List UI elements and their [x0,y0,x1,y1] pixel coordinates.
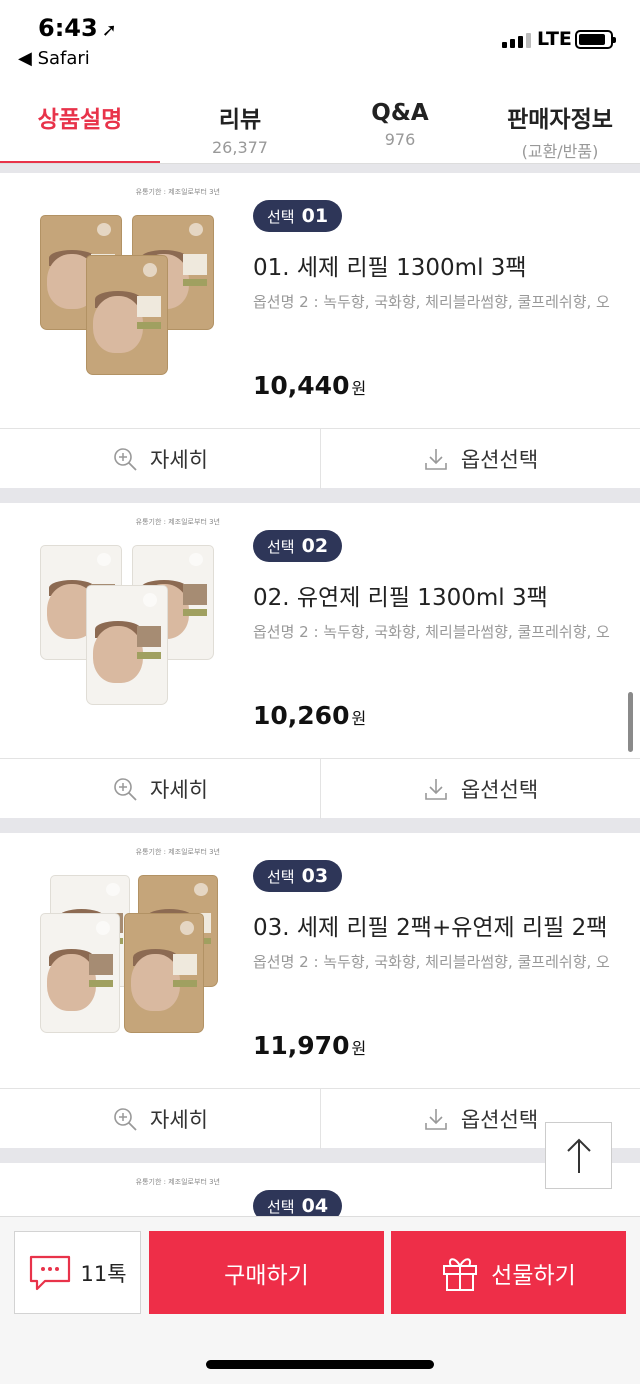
product-options-text: 옵션명 2 : 녹두향, 국화향, 체리블라썸향, 쿨프레쉬향, 오 [253,953,610,971]
product-image[interactable]: 유통기한 : 제조일로부터 3년 [40,848,220,1045]
tab-label: Q&A [371,100,429,126]
product-option-card: 유통기한 : 제조일로부터 3년 선택 03 03. 세제 리필 2팩+유연제 … [0,833,640,1149]
option-badge: 선택 03 [253,860,343,892]
detail-button[interactable]: 자세히 [0,759,320,819]
talk-count: 11톡 [80,1261,127,1286]
arrow-up-icon [566,1138,591,1173]
zoom-plus-icon [114,448,137,471]
buy-button[interactable]: 구매하기 [149,1231,384,1314]
pouch-image [86,255,168,375]
download-icon [425,1109,447,1130]
tab-description[interactable]: 상품설명 [0,80,160,164]
tab-reviews[interactable]: 리뷰 26,377 [160,80,320,164]
product-option-card: 유통기한 : 제조일로부터 3년 선택 04 [0,1163,640,1223]
pouch-image [40,913,120,1033]
battery-icon [575,30,616,49]
image-note: 유통기한 : 제조일로부터 3년 [135,188,220,196]
card-actions: 자세히 옵션선택 [0,1088,640,1149]
option-badge: 선택 01 [253,200,343,232]
tab-qna[interactable]: Q&A 976 [320,80,480,164]
product-name[interactable]: 02. 유연제 리필 1300ml 3팩 [253,578,548,612]
status-time: 6:43 ➚ [38,14,117,42]
signal-icon [502,32,531,48]
image-note: 유통기한 : 제조일로부터 3년 [135,1178,220,1186]
tab-count: 26,377 [212,138,268,157]
gift-icon [443,1257,478,1291]
download-icon [425,779,447,800]
product-name[interactable]: 01. 세제 리필 1300ml 3팩 [253,248,527,282]
image-note: 유통기한 : 제조일로부터 3년 [135,518,220,526]
back-to-safari-link[interactable]: ◀ Safari [18,48,90,69]
tab-count: 976 [384,130,416,149]
product-option-card: 유통기한 : 제조일로부터 3년 선택 01 01. 세제 리필 1300ml … [0,173,640,489]
image-note: 유통기한 : 제조일로부터 3년 [135,848,220,856]
product-price: 10,260 원 [253,701,367,730]
zoom-plus-icon [114,1108,137,1131]
product-options-text: 옵션명 2 : 녹두향, 국화향, 체리블라썸향, 쿨프레쉬향, 오 [253,293,610,311]
home-indicator [206,1360,434,1369]
location-arrow-icon: ➚ [101,20,117,41]
pouch-image [86,585,168,705]
product-image[interactable]: 유통기한 : 제조일로부터 3년 [40,188,220,385]
product-image[interactable]: 유통기한 : 제조일로부터 3년 [40,518,220,715]
product-price: 11,970 원 [253,1031,367,1060]
select-option-button[interactable]: 옵션선택 [320,429,640,489]
tab-label: 리뷰 [218,107,262,133]
chat-bubble-icon [30,1255,71,1290]
product-price: 10,440 원 [253,371,367,400]
gift-button[interactable]: 선물하기 [391,1231,626,1314]
pouch-image [124,913,204,1033]
network-type: LTE [537,28,572,50]
tab-label: 상품설명 [37,107,123,133]
detail-button[interactable]: 자세히 [0,1089,320,1149]
product-option-card: 유통기한 : 제조일로부터 3년 선택 02 02. 유연제 리필 1300ml… [0,503,640,819]
option-badge: 선택 02 [253,530,343,562]
tabs-divider [0,163,640,164]
scroll-indicator[interactable] [628,692,633,752]
download-icon [425,449,447,470]
zoom-plus-icon [114,778,137,801]
status-bar: 6:43 ➚ ◀ Safari LTE [0,0,640,80]
scroll-to-top-button[interactable] [545,1122,612,1189]
card-actions: 자세히 옵션선택 [0,758,640,819]
talk-button[interactable]: 11톡 [14,1231,141,1314]
tab-seller-info[interactable]: 판매자정보 (교환/반품) [480,80,640,164]
select-option-button[interactable]: 옵션선택 [320,759,640,819]
tab-label: 판매자정보 [507,107,613,133]
product-name[interactable]: 03. 세제 리필 2팩+유연제 리필 2팩 [253,908,607,942]
product-options-text: 옵션명 2 : 녹두향, 국화향, 체리블라썸향, 쿨프레쉬향, 오 [253,623,610,641]
detail-button[interactable]: 자세히 [0,429,320,489]
card-actions: 자세히 옵션선택 [0,428,640,489]
tab-sub: (교환/반품) [521,142,599,161]
product-tabs: 상품설명 리뷰 26,377 Q&A 976 판매자정보 (교환/반품) [0,80,640,164]
bottom-action-bar: 11톡 구매하기 선물하기 [0,1216,640,1384]
